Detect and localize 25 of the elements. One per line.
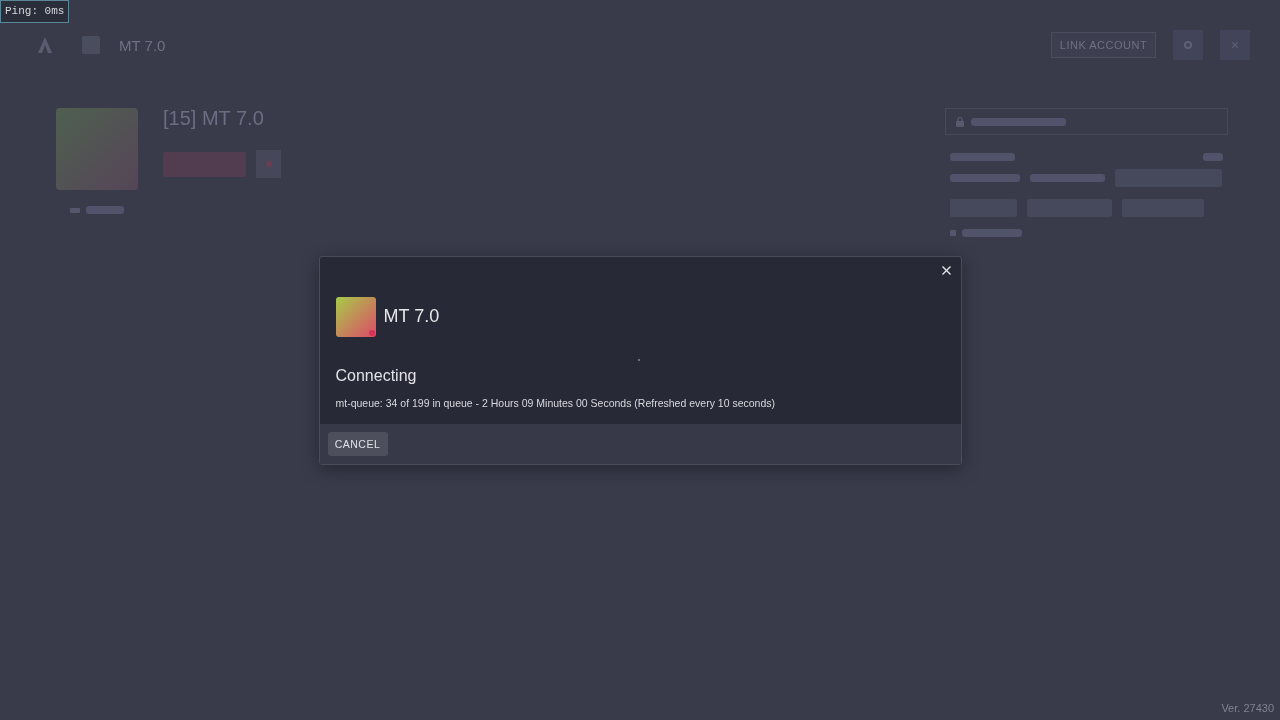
status-text: Connecting <box>335 365 417 386</box>
blurred-icon-button[interactable] <box>1220 30 1250 60</box>
lock-icon <box>956 116 964 127</box>
blurred-icon <box>950 230 956 236</box>
blurred-text <box>950 174 1020 182</box>
header-title: MT 7.0 <box>119 36 166 54</box>
ping-indicator: Ping: 0ms <box>0 0 70 23</box>
blurred-text <box>86 206 124 214</box>
blurred-button[interactable] <box>163 151 246 177</box>
cross-icon <box>1232 42 1238 48</box>
circle-icon <box>1184 41 1192 49</box>
logo-icon <box>38 37 52 53</box>
blurred-icon <box>70 207 80 213</box>
blurred-icon-button[interactable] <box>256 150 281 178</box>
queue-message: mt-queue: 34 of 199 in queue - 2 Hours 09 Minutes 00 Seconds (Refreshed every 10 seconds) <box>335 395 775 410</box>
dot-icon <box>265 161 272 167</box>
dialog-title: MT 7.0 <box>383 306 440 327</box>
blurred-text <box>962 229 1022 237</box>
blurred-text <box>950 153 1015 161</box>
blurred-icon-button[interactable] <box>1173 30 1203 60</box>
gradient-thumbnail <box>335 296 376 337</box>
cancel-button[interactable]: CANCEL <box>327 431 388 456</box>
close-icon <box>942 266 951 275</box>
version-label: Ver. 27430 <box>1221 702 1274 714</box>
blurred-text <box>1203 153 1223 161</box>
